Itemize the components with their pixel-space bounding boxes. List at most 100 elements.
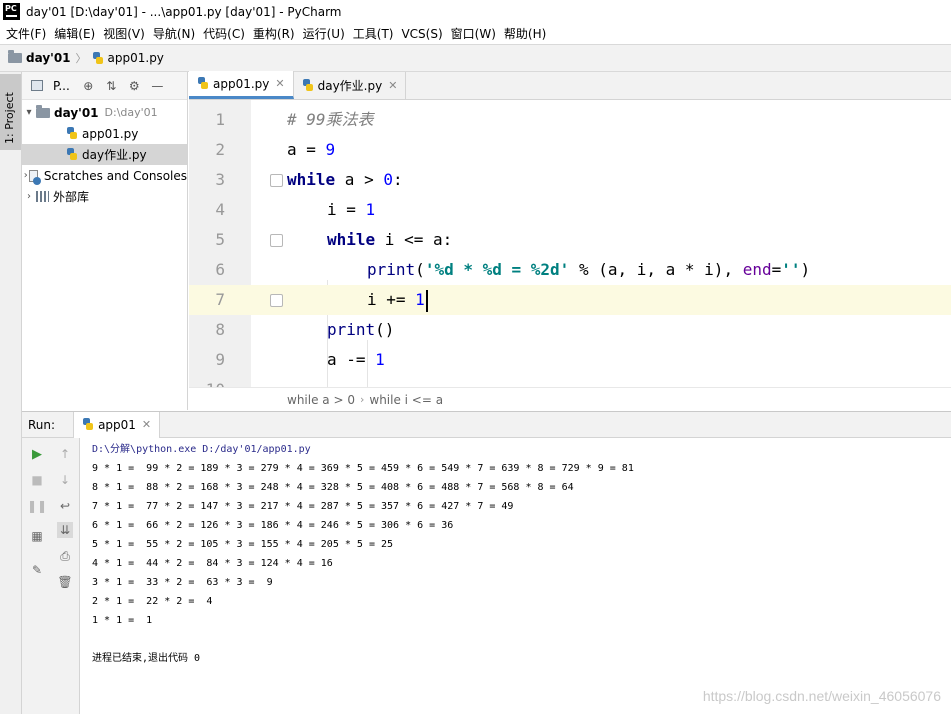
chevron-down-icon[interactable]: ▾ (22, 107, 36, 118)
print-icon[interactable]: ⎙ (57, 548, 73, 564)
line-number: 10 (189, 375, 225, 387)
project-tree: ▾ day'01 D:\day'01 app01.py day作业.py › S… (22, 100, 187, 207)
code-text: # 99乘法表 (287, 110, 374, 129)
fold-marker-icon[interactable] (270, 234, 283, 247)
line-number: 8 (215, 320, 225, 339)
watermark: https://blog.csdn.net/weixin_46056076 (702, 688, 941, 704)
project-tool-tab[interactable]: 1: Project (0, 74, 21, 150)
title-bar: PC day'01 [D:\day'01] - ...\app01.py [da… (0, 0, 951, 23)
console-line: 7 * 1 = 77 * 2 = 147 * 3 = 217 * 4 = 287… (92, 501, 514, 512)
menu-code[interactable]: 代码(C) (201, 25, 251, 42)
console-line: 进程已结束,退出代码 0 (92, 653, 201, 664)
run-tab-app01[interactable]: app01 ✕ (73, 411, 161, 438)
left-tool-strip: 1: Project (0, 72, 22, 714)
run-tab-label: app01 (98, 417, 136, 432)
code-line: 6 print('%d * %d = %2d' % (a, i, a * i),… (189, 255, 951, 285)
breadcrumb-outer-while[interactable]: while a > 0 (287, 393, 355, 407)
chevron-right-icon[interactable]: › (22, 170, 29, 181)
tree-external-label: 外部库 (53, 190, 90, 204)
line-number: 1 (215, 110, 225, 129)
code-text: i = 1 (327, 200, 376, 219)
console-line: 1 * 1 = 1 (92, 615, 153, 626)
run-toolbar: ▶ ↑ ■ ↓ ❚❚ ↩ ⇊ ▦ ⎙ ✎ 🗑 (22, 438, 80, 714)
python-file-icon (82, 418, 94, 431)
tab-label: day作业.py (317, 79, 383, 93)
line-number: 9 (215, 350, 225, 369)
project-panel: P... ⊕ ⇅ ⚙ — ▾ day'01 D:\day'01 app01.py… (22, 72, 188, 410)
run-console[interactable]: D:\分解\python.exe D:/day'01/app01.py 9 * … (81, 438, 951, 714)
tree-external-libraries[interactable]: › 外部库 (22, 186, 187, 207)
soft-wrap-icon[interactable]: ↩ (57, 498, 73, 514)
window-title: day'01 [D:\day'01] - ...\app01.py [day'0… (26, 4, 342, 19)
menu-edit[interactable]: 编辑(E) (52, 25, 101, 42)
hide-icon[interactable]: — (151, 79, 164, 93)
line-number: 4 (215, 200, 225, 219)
line-number: 3 (215, 170, 225, 189)
close-icon[interactable]: ✕ (142, 418, 151, 431)
run-tool-header: Run: app01 ✕ (22, 411, 951, 438)
code-text: a = 9 (287, 140, 336, 159)
tree-file-app01[interactable]: app01.py (22, 123, 187, 144)
console-line: 8 * 1 = 88 * 2 = 168 * 3 = 248 * 4 = 328… (92, 482, 574, 493)
code-line: 8 print() (189, 315, 951, 345)
menu-help[interactable]: 帮助(H) (502, 25, 552, 42)
code-editor[interactable]: 1 # 99乘法表 2 a = 9 3 while a > 0: 4 i = 1… (189, 100, 951, 387)
console-line: 2 * 1 = 22 * 2 = 4 (92, 596, 213, 607)
arrow-down-icon[interactable]: ↓ (57, 472, 73, 488)
pause-icon[interactable]: ❚❚ (27, 498, 47, 514)
nav-file-crumb[interactable]: app01.py (108, 51, 164, 65)
nav-project-crumb[interactable]: day'01 (26, 51, 71, 65)
folder-icon (36, 104, 50, 118)
layout-icon[interactable]: ▦ (29, 528, 45, 544)
fold-marker-icon[interactable] (270, 174, 283, 187)
tab-app01[interactable]: app01.py ✕ (189, 71, 294, 99)
chevron-right-icon: › (359, 393, 365, 406)
menu-vcs[interactable]: VCS(S) (399, 27, 448, 41)
text-caret (425, 289, 428, 312)
tab-day-homework[interactable]: day作业.py ✕ (294, 72, 407, 99)
tree-root-row[interactable]: ▾ day'01 D:\day'01 (22, 102, 187, 123)
project-view-selector[interactable]: P... (53, 79, 70, 93)
close-icon[interactable]: ✕ (275, 77, 284, 90)
collapse-all-icon[interactable]: ⇅ (105, 79, 118, 93)
line-number: 2 (215, 140, 225, 159)
close-icon[interactable]: ✕ (388, 79, 397, 92)
console-line: D:\分解\python.exe D:/day'01/app01.py (92, 444, 311, 455)
code-text: a -= 1 (327, 350, 385, 369)
project-tool-tab-label: 1: Project (3, 92, 16, 144)
tree-file-day-homework[interactable]: day作业.py (22, 144, 187, 165)
stop-icon[interactable]: ■ (29, 472, 45, 488)
python-file-icon (92, 51, 104, 65)
project-panel-toolbar: P... ⊕ ⇅ ⚙ — (22, 72, 187, 100)
chevron-right-icon[interactable]: › (22, 191, 36, 202)
library-icon (36, 191, 49, 202)
code-text: i += 1 (367, 285, 428, 315)
menu-window[interactable]: 窗口(W) (449, 25, 502, 42)
console-line: 9 * 1 = 99 * 2 = 189 * 3 = 279 * 4 = 369… (92, 463, 634, 474)
code-line: 5 while i <= a: (189, 225, 951, 255)
gear-icon[interactable]: ⚙ (128, 79, 141, 93)
tree-scratches[interactable]: › Scratches and Consoles (22, 165, 187, 186)
breadcrumb-inner-while[interactable]: while i <= a (369, 393, 443, 407)
code-line: 3 while a > 0: (189, 165, 951, 195)
fold-marker-icon[interactable] (270, 294, 283, 307)
tree-file-label: app01.py (82, 126, 139, 141)
pycharm-logo-icon: PC (3, 3, 20, 20)
python-file-icon (66, 127, 78, 140)
trash-icon[interactable]: 🗑 (57, 574, 73, 590)
menu-refactor[interactable]: 重构(R) (251, 25, 301, 42)
menu-navigate[interactable]: 导航(N) (151, 25, 201, 42)
scroll-to-end-icon[interactable]: ⇊ (57, 522, 73, 538)
editor-tab-bar: app01.py ✕ day作业.py ✕ (189, 71, 951, 100)
navigation-bar: day'01 〉 app01.py (0, 44, 951, 72)
pin-icon[interactable]: ✎ (29, 562, 45, 578)
arrow-up-icon[interactable]: ↑ (57, 446, 73, 462)
locate-icon[interactable]: ⊕ (82, 79, 95, 93)
menu-run[interactable]: 运行(U) (301, 25, 351, 42)
menu-file[interactable]: 文件(F) (4, 25, 52, 42)
tree-file-label: day作业.py (82, 148, 147, 162)
menu-view[interactable]: 视图(V) (101, 25, 151, 42)
python-file-icon (197, 77, 209, 90)
rerun-icon[interactable]: ▶ (29, 446, 45, 462)
menu-tools[interactable]: 工具(T) (351, 25, 400, 42)
